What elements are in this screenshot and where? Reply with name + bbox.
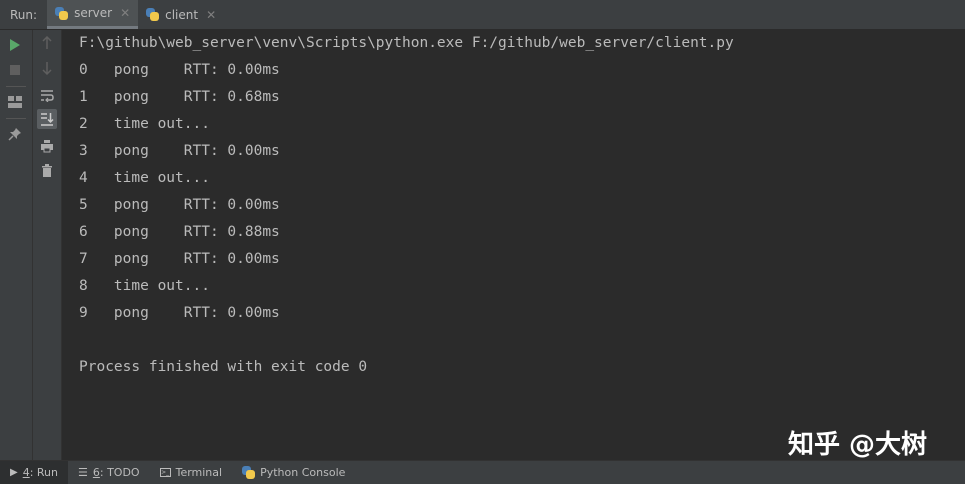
layout-icon: [8, 96, 22, 108]
tool-window-run[interactable]: ▶ 4: Run: [0, 461, 68, 484]
down-arrow-icon: [42, 62, 52, 75]
tool-window-bar: ▶ 4: Run ☰ 6: TODO >_ Terminal Python Co…: [0, 460, 965, 484]
terminal-icon: >_: [159, 468, 171, 477]
soft-wrap-icon: [41, 89, 54, 102]
output-line: 2 time out...: [79, 116, 210, 132]
output-line: 0 pong RTT: 0.00ms: [79, 62, 280, 78]
tab-server[interactable]: server ✕: [47, 0, 139, 29]
rerun-button[interactable]: [5, 35, 25, 55]
close-icon[interactable]: ✕: [120, 6, 130, 20]
tab-server-label: server: [74, 6, 113, 20]
print-button[interactable]: [37, 136, 57, 156]
console-output[interactable]: F:\github\web_server\venv\Scripts\python…: [63, 30, 965, 460]
up-arrow-icon: [42, 36, 52, 49]
tool-window-python-console[interactable]: Python Console: [232, 461, 355, 484]
run-tab-bar: Run: server ✕ client ✕: [0, 0, 965, 30]
scroll-to-end-icon: [41, 113, 54, 126]
python-icon: [146, 8, 160, 21]
trash-icon: [42, 164, 52, 177]
output-line: 5 pong RTT: 0.00ms: [79, 197, 280, 213]
tool-window-todo[interactable]: ☰ 6: TODO: [68, 461, 150, 484]
tab-client-label: client: [165, 7, 199, 22]
print-icon: [41, 140, 53, 153]
pin-icon: [8, 128, 21, 141]
stop-button[interactable]: [5, 60, 25, 80]
tool-window-terminal[interactable]: >_ Terminal: [150, 461, 233, 484]
python-icon: [242, 466, 256, 479]
tab-client[interactable]: client ✕: [138, 0, 224, 29]
list-icon: ☰: [78, 466, 88, 479]
watermark: 知乎 @大树: [788, 430, 928, 460]
run-panel-label: Run:: [10, 7, 38, 22]
output-line: 1 pong RTT: 0.68ms: [79, 89, 280, 105]
exit-message: Process finished with exit code 0: [79, 359, 368, 375]
output-line: 6 pong RTT: 0.88ms: [79, 224, 280, 240]
close-icon[interactable]: ✕: [206, 8, 216, 22]
stop-icon: [10, 65, 20, 75]
command-line: F:\github\web_server\venv\Scripts\python…: [79, 35, 734, 51]
console-toolbar: [33, 30, 62, 460]
output-line: 8 time out...: [79, 278, 210, 294]
down-button[interactable]: [37, 58, 57, 78]
python-icon: [55, 6, 69, 20]
output-line: 7 pong RTT: 0.00ms: [79, 251, 280, 267]
clear-button[interactable]: [37, 161, 57, 181]
run-icon: [10, 39, 20, 51]
scroll-to-end-button[interactable]: [37, 109, 57, 129]
layout-button[interactable]: [5, 92, 25, 112]
up-button[interactable]: [37, 33, 57, 53]
output-line: 4 time out...: [79, 170, 210, 186]
output-line: 3 pong RTT: 0.00ms: [79, 143, 280, 159]
soft-wrap-button[interactable]: [37, 85, 57, 105]
run-icon: ▶: [10, 467, 18, 478]
pin-button[interactable]: [5, 124, 25, 144]
output-line: 9 pong RTT: 0.00ms: [79, 305, 280, 321]
run-toolbar: [0, 30, 33, 460]
